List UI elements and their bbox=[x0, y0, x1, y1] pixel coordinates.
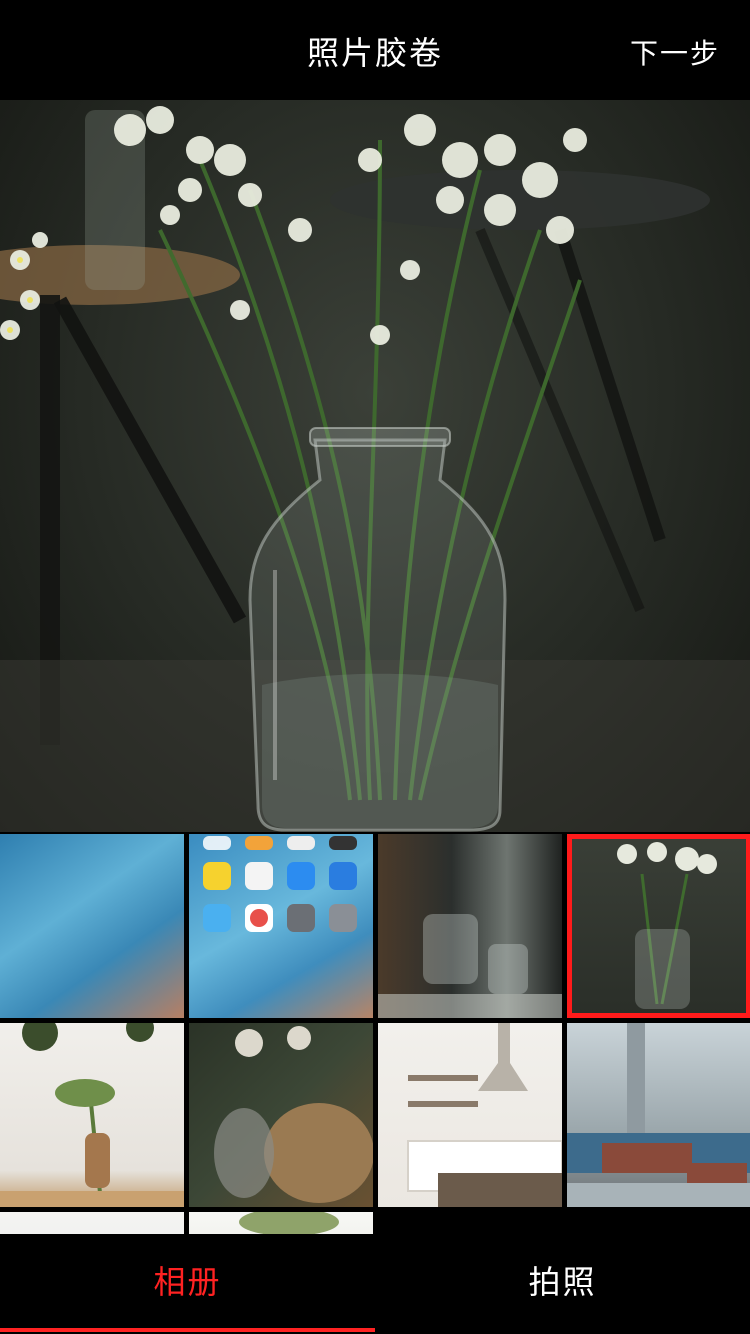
tab-camera[interactable]: 拍照 bbox=[375, 1234, 750, 1334]
flower-vase-closeup bbox=[214, 1026, 373, 1203]
glass-vases-photo bbox=[378, 914, 562, 1018]
photo-thumbnail[interactable] bbox=[378, 1023, 562, 1207]
photo-thumbnail[interactable] bbox=[189, 834, 373, 1018]
vase-flowers-photo bbox=[0, 106, 750, 832]
hanging-plant-photo bbox=[239, 1212, 339, 1234]
vase-flowers-thumb bbox=[617, 842, 717, 1009]
photo-preview bbox=[0, 100, 750, 832]
kitchen-photo bbox=[407, 1023, 562, 1207]
top-bar: 照片胶卷 下一步 bbox=[0, 0, 750, 100]
photo-thumbnail[interactable] bbox=[189, 1212, 373, 1234]
bottom-tab-bar: 相册 拍照 bbox=[0, 1234, 750, 1334]
next-step-button[interactable]: 下一步 bbox=[630, 32, 720, 72]
tab-album[interactable]: 相册 bbox=[0, 1234, 375, 1334]
photo-thumbnail[interactable] bbox=[0, 1212, 184, 1234]
photo-thumbnail[interactable] bbox=[567, 1023, 750, 1207]
living-room-photo bbox=[567, 1023, 750, 1207]
photo-grid bbox=[0, 832, 750, 1234]
photo-thumbnail[interactable] bbox=[378, 834, 562, 1018]
photo-thumbnail[interactable] bbox=[0, 1023, 184, 1207]
photo-thumbnail[interactable] bbox=[0, 834, 184, 1018]
active-tab-indicator bbox=[0, 1328, 375, 1332]
photo-thumbnail-selected[interactable] bbox=[567, 834, 750, 1018]
photo-thumbnail[interactable] bbox=[189, 1023, 373, 1207]
app-grid-screenshot bbox=[203, 836, 357, 932]
plant-photo bbox=[0, 1023, 184, 1207]
